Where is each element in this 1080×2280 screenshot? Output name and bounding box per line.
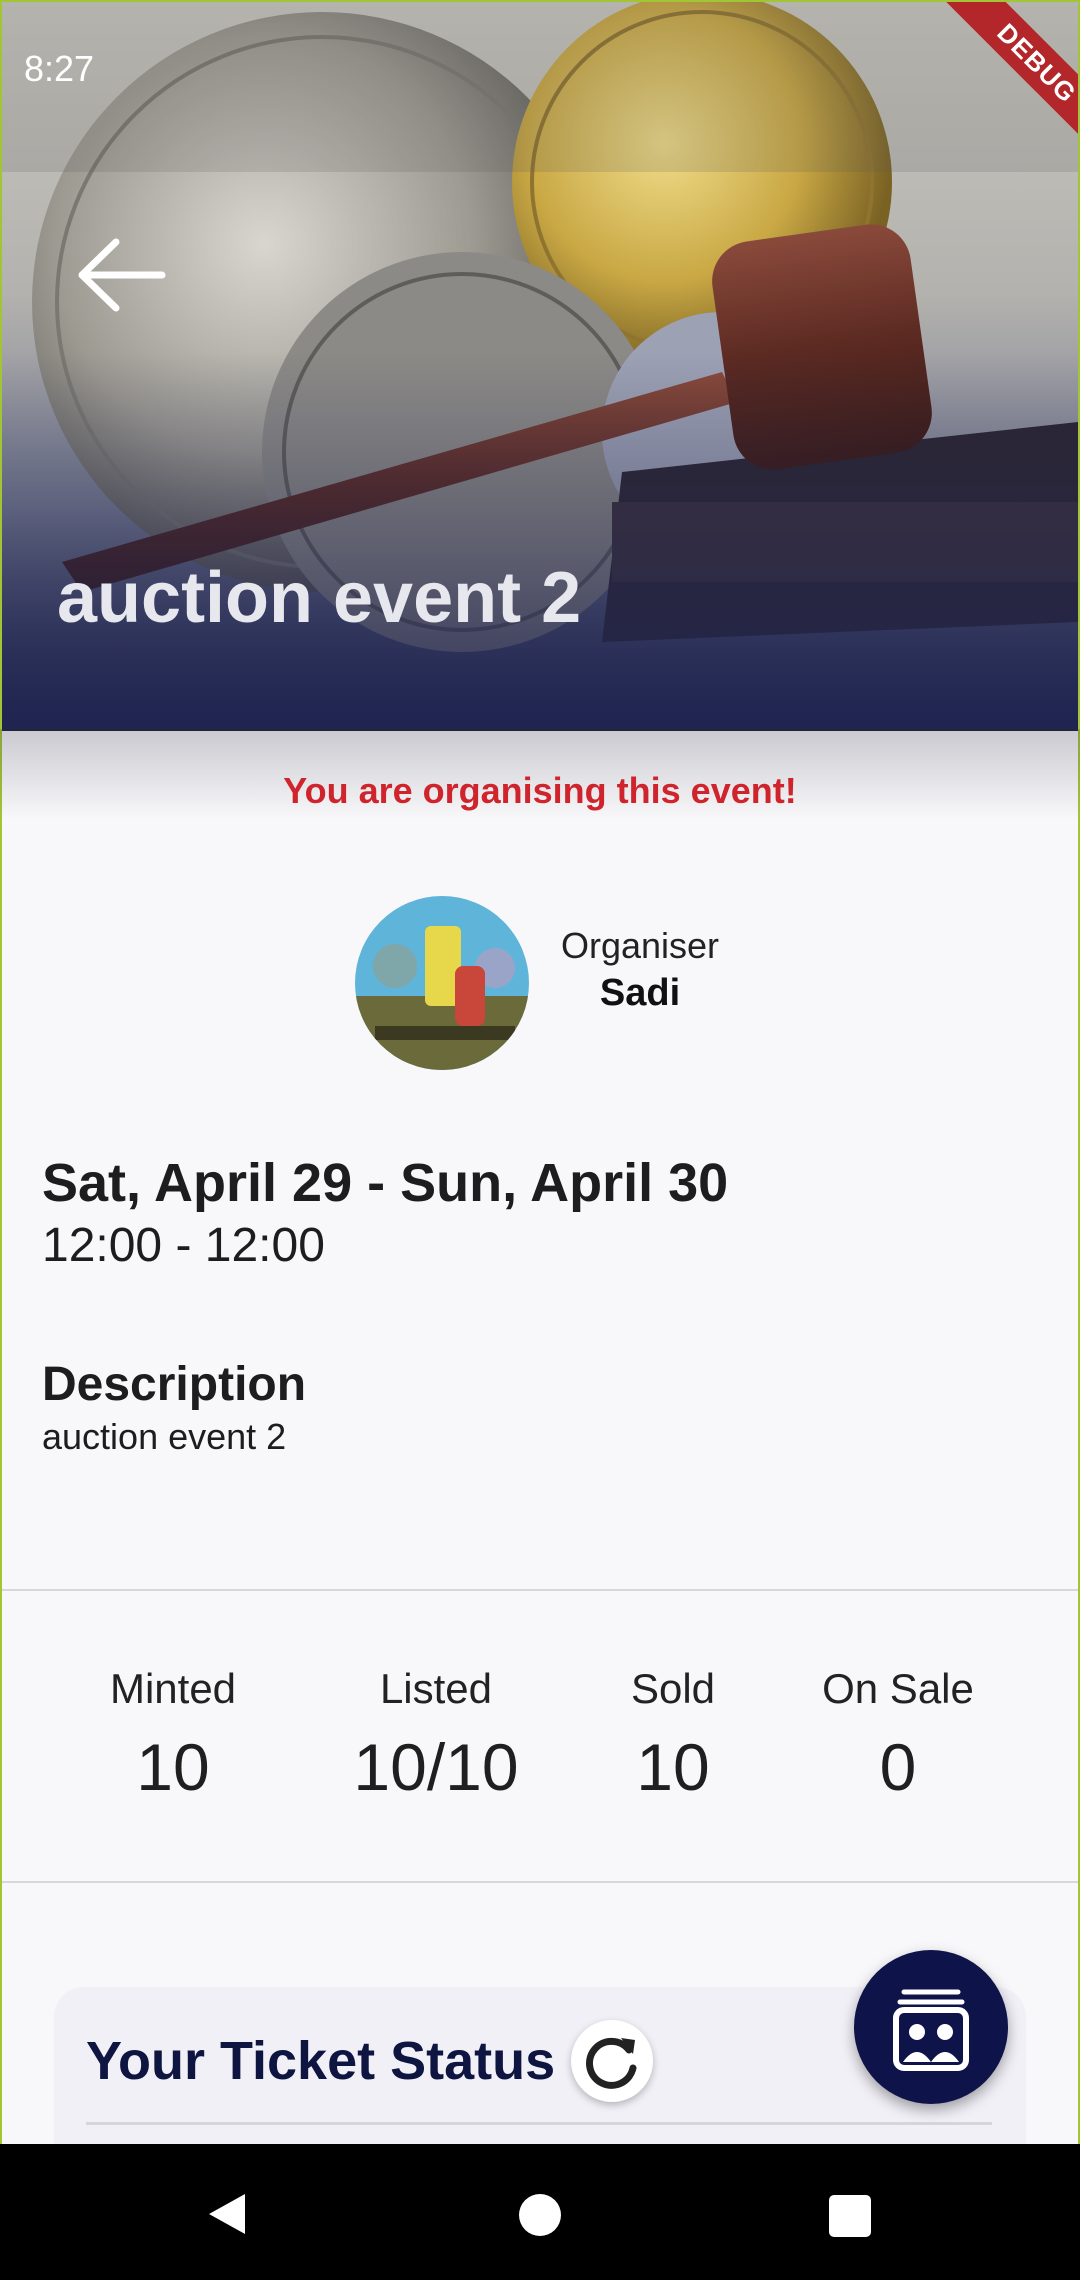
organiser-label: Organiser <box>560 925 720 966</box>
status-bar <box>2 2 1078 172</box>
event-dates: Sat, April 29 - Sun, April 30 <box>42 1153 729 1213</box>
ticket-status-title: Your Ticket Status <box>86 2031 556 2091</box>
ticket-wallet-icon <box>893 1989 969 2071</box>
organising-notice: You are organising this event! <box>283 770 797 811</box>
nav-home-icon[interactable] <box>519 2194 561 2236</box>
status-time: 8:27 <box>24 48 95 89</box>
stat-value: 10 <box>136 1730 210 1804</box>
stat-sold: Sold 10 <box>603 1665 743 1805</box>
nav-recents-icon[interactable] <box>829 2195 871 2237</box>
refresh-icon <box>586 2037 637 2089</box>
stat-listed: Listed 10/10 <box>320 1665 552 1805</box>
tickets-fab-button[interactable] <box>854 1950 1008 2104</box>
event-title: auction event 2 <box>57 558 582 638</box>
divider <box>2 1589 1078 1591</box>
stat-minted: Minted 10 <box>88 1665 258 1805</box>
nav-back-icon[interactable] <box>205 2190 249 2238</box>
arrow-back-icon[interactable] <box>72 230 172 320</box>
organiser-name: Sadi <box>599 972 681 1014</box>
stat-value: 10/10 <box>353 1730 519 1804</box>
description-heading: Description <box>42 1358 307 1411</box>
stat-label: Minted <box>109 1665 237 1712</box>
stat-label: Sold <box>630 1665 716 1712</box>
stat-value: 10 <box>636 1730 710 1804</box>
event-hero-image: 8:27 DEBUG auction event 2 <box>2 2 1078 731</box>
organiser-avatar[interactable] <box>355 896 529 1070</box>
card-divider <box>86 2122 992 2125</box>
stat-label: Listed <box>379 1665 493 1712</box>
avatar-image <box>355 896 529 1070</box>
refresh-button[interactable] <box>571 2020 653 2102</box>
divider <box>2 1881 1078 1883</box>
description-text: auction event 2 <box>42 1416 287 1457</box>
stat-on-sale: On Sale 0 <box>800 1665 996 1805</box>
event-times: 12:00 - 12:00 <box>42 1219 325 1272</box>
stat-label: On Sale <box>822 1665 974 1712</box>
stat-value: 0 <box>879 1730 917 1804</box>
